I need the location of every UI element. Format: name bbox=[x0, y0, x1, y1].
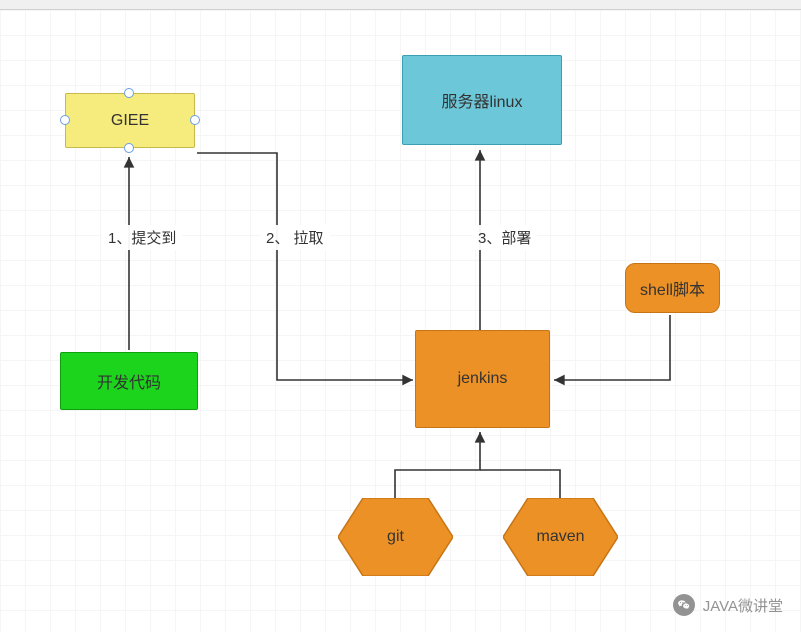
node-git-label: git bbox=[338, 498, 453, 576]
node-jenkins-label: jenkins bbox=[458, 370, 508, 388]
selection-handle[interactable] bbox=[190, 115, 200, 125]
node-giee-label: GIEE bbox=[111, 112, 149, 130]
selection-handle[interactable] bbox=[60, 115, 70, 125]
node-giee[interactable]: GIEE bbox=[65, 93, 195, 148]
node-linux[interactable]: 服务器linux bbox=[402, 55, 562, 145]
edge-label-2: 2、 拉取 bbox=[260, 225, 330, 250]
node-shell[interactable]: shell脚本 bbox=[625, 263, 720, 313]
node-code-label: 开发代码 bbox=[97, 369, 161, 393]
edge-label-3: 3、部署 bbox=[472, 225, 537, 250]
selection-handle[interactable] bbox=[124, 143, 134, 153]
watermark-text: JAVA微讲堂 bbox=[703, 595, 783, 616]
edge-label-1: 1、提交到 bbox=[102, 225, 182, 250]
node-jenkins[interactable]: jenkins bbox=[415, 330, 550, 428]
node-linux-label: 服务器linux bbox=[442, 88, 523, 112]
selection-handle[interactable] bbox=[124, 88, 134, 98]
app-top-bar bbox=[0, 0, 801, 10]
node-code[interactable]: 开发代码 bbox=[60, 352, 198, 410]
node-git[interactable]: git bbox=[338, 498, 453, 576]
watermark: JAVA微讲堂 bbox=[673, 594, 783, 616]
node-maven[interactable]: maven bbox=[503, 498, 618, 576]
node-shell-label: shell脚本 bbox=[640, 276, 705, 300]
wechat-icon bbox=[673, 594, 695, 616]
node-maven-label: maven bbox=[503, 498, 618, 576]
